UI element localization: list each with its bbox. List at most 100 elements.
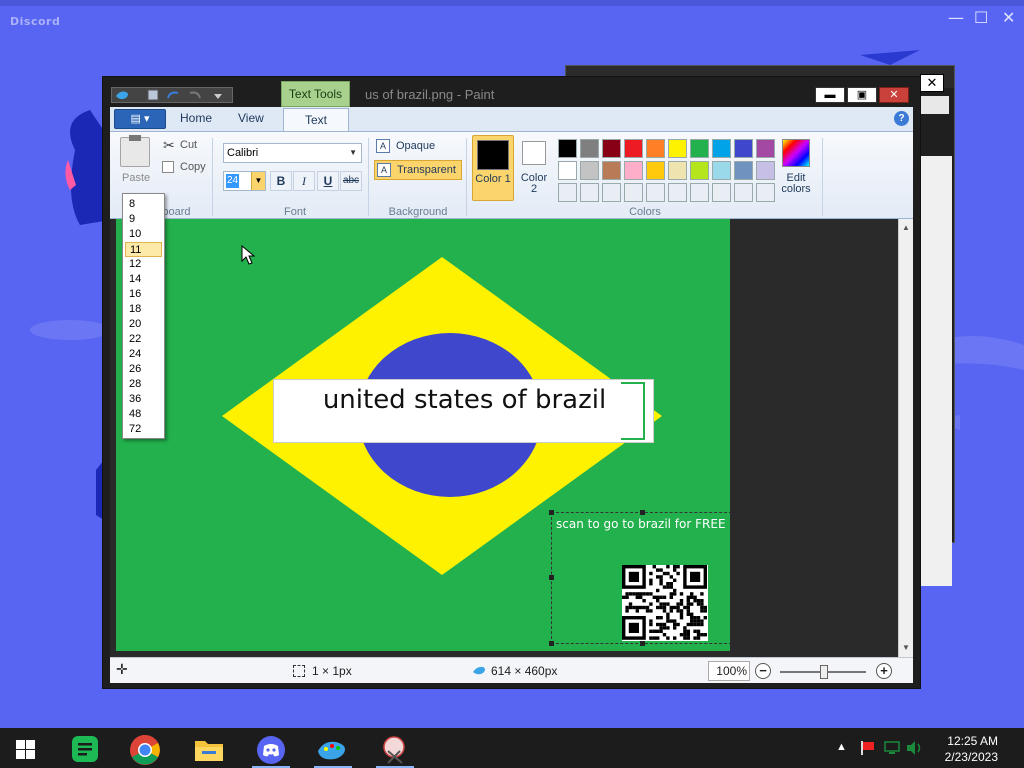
paste-icon[interactable] <box>120 135 150 167</box>
color2-label[interactable]: Color 2 <box>517 173 551 195</box>
tab-view[interactable]: View <box>238 111 264 125</box>
font-size-option[interactable]: 8 <box>125 197 162 212</box>
color1-button[interactable]: Color 1 <box>472 135 514 201</box>
taskbar-clock-time[interactable]: 12:25 AM <box>947 734 998 748</box>
font-size-option[interactable]: 20 <box>125 317 162 332</box>
palette-swatch[interactable] <box>712 183 731 202</box>
tray-overflow-icon[interactable]: ▲ <box>836 741 847 753</box>
palette-swatch[interactable] <box>646 139 665 158</box>
taskbar-paint[interactable] <box>310 732 356 768</box>
selection-region[interactable]: scan to go to brazil for FREE ! <box>549 510 730 646</box>
paint-maximize-button[interactable]: ▣ <box>847 87 877 103</box>
font-size-option[interactable]: 22 <box>125 332 162 347</box>
zoom-out-button[interactable]: − <box>755 663 771 679</box>
taskbar-discord[interactable] <box>248 732 294 768</box>
palette-swatch[interactable] <box>580 183 599 202</box>
font-size-dropdown[interactable]: 8 9 10 11 12 14 16 18 20 22 24 26 28 36 48 72 <box>122 193 165 439</box>
palette-swatch[interactable] <box>646 161 665 180</box>
font-size-option[interactable]: 14 <box>125 272 162 287</box>
help-icon[interactable]: ? <box>894 111 909 126</box>
font-size-select[interactable]: 24 ▼ <box>223 171 266 191</box>
palette-swatch[interactable] <box>624 183 643 202</box>
cut-button[interactable]: Cut <box>180 139 197 151</box>
taskbar-chrome[interactable] <box>122 732 168 768</box>
taskbar-clock-date[interactable]: 2/23/2023 <box>945 750 998 764</box>
underline-button[interactable]: U <box>317 171 339 191</box>
palette-swatch[interactable] <box>580 161 599 180</box>
resize-handle[interactable] <box>549 575 554 580</box>
bold-button[interactable]: B <box>270 171 292 191</box>
edit-colors-icon[interactable] <box>782 139 810 167</box>
transparent-option[interactable]: A Transparent <box>374 160 462 180</box>
windows-start-icon[interactable] <box>16 740 36 760</box>
opaque-option[interactable]: A Opaque <box>374 137 462 157</box>
palette-swatch[interactable] <box>690 161 709 180</box>
paste-button-label[interactable]: Paste <box>122 172 150 184</box>
font-size-option[interactable]: 48 <box>125 407 162 422</box>
palette-swatch[interactable] <box>756 183 775 202</box>
font-size-option[interactable]: 12 <box>125 257 162 272</box>
resize-handle[interactable] <box>640 510 645 515</box>
font-size-option[interactable]: 10 <box>125 227 162 242</box>
zoom-slider-thumb[interactable] <box>820 665 828 679</box>
palette-swatch[interactable] <box>558 161 577 180</box>
palette-swatch[interactable] <box>756 139 775 158</box>
paint-menu-button[interactable]: ▤ ▾ <box>114 109 166 129</box>
italic-button[interactable]: I <box>293 171 315 191</box>
palette-swatch[interactable] <box>624 139 643 158</box>
font-size-option[interactable]: 26 <box>125 362 162 377</box>
palette-swatch[interactable] <box>558 183 577 202</box>
resize-handle[interactable] <box>549 510 554 515</box>
text-box[interactable]: united states of brazil <box>273 379 654 443</box>
taskbar-notes-app[interactable] <box>62 732 108 768</box>
scroll-up-icon[interactable]: ▲ <box>902 223 910 232</box>
palette-swatch[interactable] <box>712 139 731 158</box>
network-icon[interactable] <box>884 740 900 756</box>
chevron-down-icon[interactable]: ▼ <box>251 172 265 190</box>
palette-swatch[interactable] <box>668 139 687 158</box>
edit-colors-label[interactable]: Edit colors <box>774 173 818 195</box>
volume-icon[interactable] <box>906 740 924 756</box>
taskbar-file-explorer[interactable] <box>186 732 232 768</box>
font-size-option[interactable]: 36 <box>125 392 162 407</box>
paint-close-button[interactable]: ✕ <box>879 87 909 103</box>
action-center-flag-icon[interactable] <box>860 740 876 756</box>
strikethrough-button[interactable]: abc <box>340 171 362 191</box>
copy-button[interactable]: Copy <box>180 161 206 173</box>
tab-text[interactable]: Text <box>283 108 349 132</box>
palette-swatch[interactable] <box>690 183 709 202</box>
scroll-down-icon[interactable]: ▼ <box>902 643 910 652</box>
background-window-close-button[interactable]: ✕ <box>920 74 944 92</box>
palette-swatch[interactable] <box>756 161 775 180</box>
palette-swatch[interactable] <box>580 139 599 158</box>
paint-minimize-button[interactable]: ▬ <box>815 87 845 103</box>
taskbar-snipping-tool[interactable] <box>372 732 418 768</box>
palette-swatch[interactable] <box>602 161 621 180</box>
quick-access-toolbar[interactable] <box>111 87 233 103</box>
font-size-option[interactable]: 72 <box>125 422 162 437</box>
palette-swatch[interactable] <box>646 183 665 202</box>
font-size-option[interactable]: 18 <box>125 302 162 317</box>
palette-swatch[interactable] <box>558 139 577 158</box>
palette-swatch[interactable] <box>734 161 753 180</box>
canvas-vertical-scrollbar[interactable]: ▲ ▼ <box>898 219 913 657</box>
font-size-option[interactable]: 9 <box>125 212 162 227</box>
font-size-option[interactable]: 24 <box>125 347 162 362</box>
font-size-option[interactable]: 16 <box>125 287 162 302</box>
background-window-scrollbar[interactable] <box>918 156 952 586</box>
palette-swatch[interactable] <box>690 139 709 158</box>
zoom-level[interactable]: 100% <box>708 661 750 681</box>
color2-swatch[interactable] <box>522 141 546 165</box>
zoom-in-button[interactable]: + <box>876 663 892 679</box>
text-box-content[interactable]: united states of brazil <box>274 380 655 420</box>
palette-swatch[interactable] <box>734 183 753 202</box>
palette-swatch[interactable] <box>668 183 687 202</box>
image-canvas[interactable]: united states of brazil scan to go to br… <box>116 219 730 651</box>
palette-swatch[interactable] <box>734 139 753 158</box>
tab-home[interactable]: Home <box>180 111 212 125</box>
font-size-option[interactable]: 11 <box>125 242 162 257</box>
resize-handle[interactable] <box>640 641 645 646</box>
font-size-option[interactable]: 28 <box>125 377 162 392</box>
palette-swatch[interactable] <box>602 139 621 158</box>
resize-handle[interactable] <box>549 641 554 646</box>
